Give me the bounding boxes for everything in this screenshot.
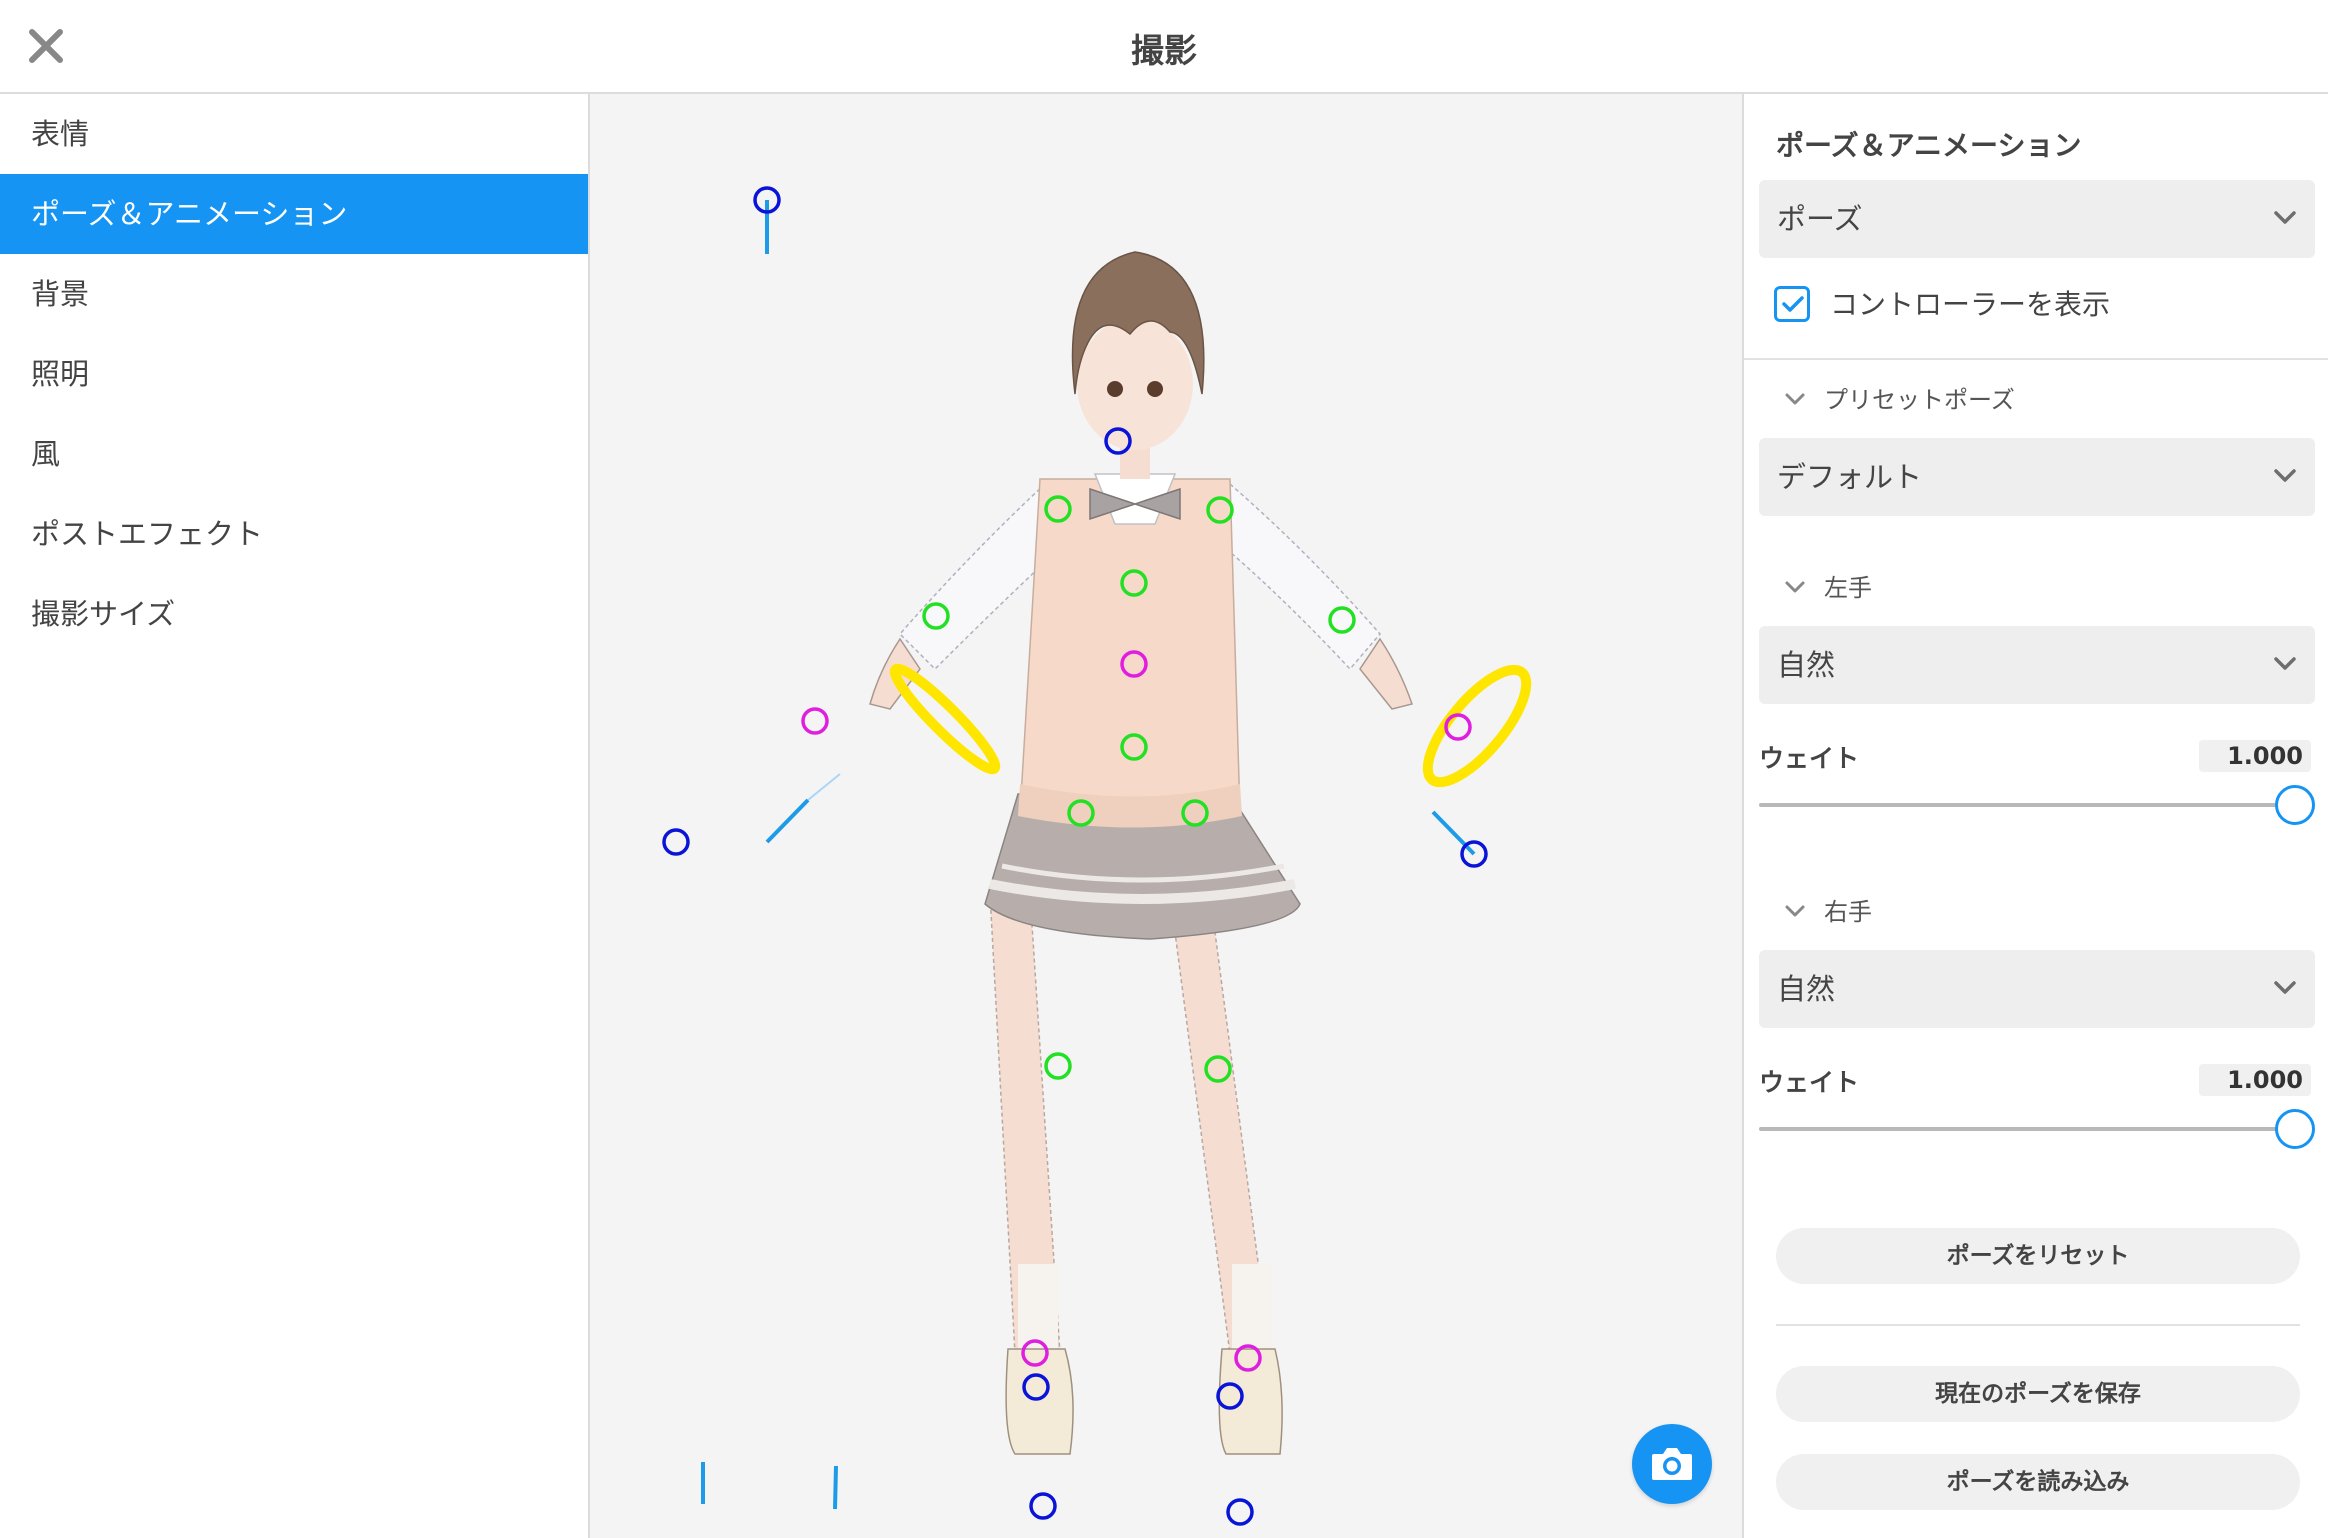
preset-pose-dropdown[interactable]: デフォルト xyxy=(1759,438,2315,516)
mode-dropdown[interactable]: ポーズ xyxy=(1759,180,2315,258)
right-hand-weight-thumb[interactable] xyxy=(2275,1109,2315,1149)
left-hand-weight-value[interactable]: 1.000 xyxy=(2199,740,2311,772)
sidebar: 表情 ポーズ＆アニメーション 背景 照明 風 ポストエフェクト 撮影サイズ xyxy=(0,94,590,1538)
left-hand-weight-thumb[interactable] xyxy=(2275,785,2315,825)
mode-dropdown-value: ポーズ xyxy=(1777,202,1863,236)
right-hand-weight-slider[interactable] xyxy=(1759,1127,2299,1131)
page-title: 撮影 xyxy=(1131,31,1197,70)
show-controller-label: コントローラーを表示 xyxy=(1830,288,2111,321)
avatar-character xyxy=(869,251,1413,1455)
chevron-down-icon xyxy=(1785,905,1805,917)
checkmark-icon xyxy=(1782,296,1804,312)
sidebar-item-lighting[interactable]: 照明 xyxy=(0,334,588,414)
chevron-down-icon xyxy=(1785,393,1805,405)
chevron-down-icon xyxy=(2274,657,2296,670)
section-preset-pose-label: プリセットポーズ xyxy=(1824,386,2015,414)
section-left-hand-label: 左手 xyxy=(1824,574,1872,602)
root-controller-handle[interactable] xyxy=(662,828,690,856)
right-hand-weight-value[interactable]: 1.000 xyxy=(2199,1064,2311,1096)
right-hand-value: 自然 xyxy=(1777,972,1836,1006)
sidebar-item-background[interactable]: 背景 xyxy=(0,254,588,334)
left-hand-dropdown[interactable]: 自然 xyxy=(1759,626,2315,704)
panel-divider xyxy=(1776,1324,2300,1326)
capture-button[interactable] xyxy=(1632,1424,1712,1504)
avatar-scene xyxy=(662,186,1532,1526)
sidebar-item-expression[interactable]: 表情 xyxy=(0,94,588,174)
panel-heading: ポーズ＆アニメーション xyxy=(1776,129,2082,162)
sidebar-item-wind[interactable]: 風 xyxy=(0,414,588,494)
chevron-down-icon xyxy=(2274,981,2296,994)
camera-icon xyxy=(1652,1448,1692,1480)
center-controller-handle[interactable] xyxy=(801,707,829,735)
left-hand-value: 自然 xyxy=(1777,648,1836,682)
pose-viewport[interactable] xyxy=(590,94,1742,1538)
root-controller-handle[interactable] xyxy=(1226,1498,1254,1526)
preset-pose-value: デフォルト xyxy=(1777,460,1923,494)
reset-pose-button[interactable]: ポーズをリセット xyxy=(1776,1228,2300,1284)
root-controller-handle[interactable] xyxy=(1029,1492,1057,1520)
section-right-hand-label: 右手 xyxy=(1824,898,1872,926)
show-controller-checkbox[interactable] xyxy=(1774,286,1810,322)
save-pose-button[interactable]: 現在のポーズを保存 xyxy=(1776,1366,2300,1422)
joint-controller-handle[interactable] xyxy=(1044,1052,1072,1080)
chevron-down-icon xyxy=(2274,211,2296,224)
right-hand-weight-label: ウェイト xyxy=(1759,1068,1860,1097)
chevron-down-icon xyxy=(1785,581,1805,593)
settings-panel: ポーズ＆アニメーション ポーズ コントローラーを表示 プリセットポーズ デフォル… xyxy=(1742,94,2328,1538)
chevron-down-icon xyxy=(2274,469,2296,482)
sidebar-item-capture-size[interactable]: 撮影サイズ xyxy=(0,574,588,654)
header-bar: 撮影 xyxy=(0,0,2328,94)
sidebar-item-pose-animation[interactable]: ポーズ＆アニメーション xyxy=(0,174,588,254)
right-hand-dropdown[interactable]: 自然 xyxy=(1759,950,2315,1028)
load-pose-button[interactable]: ポーズを読み込み xyxy=(1776,1454,2300,1510)
left-hand-weight-slider[interactable] xyxy=(1759,803,2299,807)
sidebar-item-post-effect[interactable]: ポストエフェクト xyxy=(0,494,588,574)
left-hand-weight-label: ウェイト xyxy=(1759,744,1860,773)
panel-divider xyxy=(1744,358,2328,360)
